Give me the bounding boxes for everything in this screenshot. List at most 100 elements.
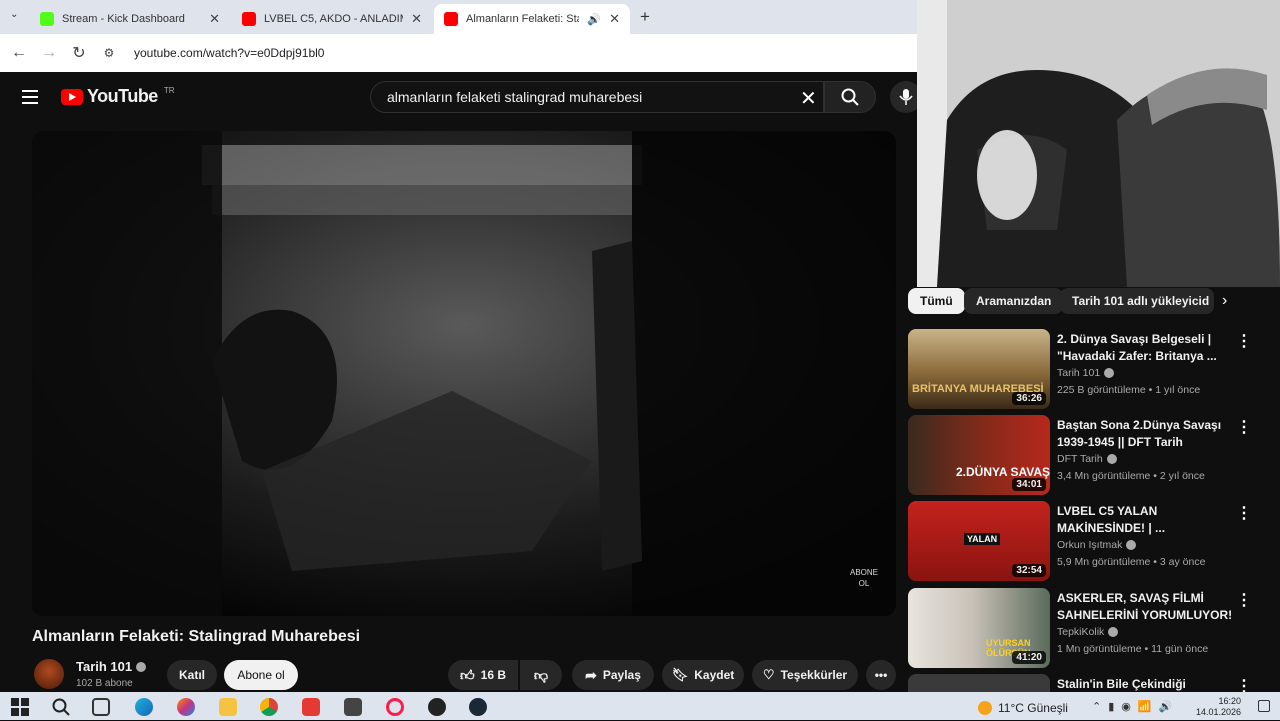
video-thumbnail[interactable]: BRİTANYA MUHAREBESİ 36:26	[908, 329, 1050, 409]
youtube-icon	[242, 12, 256, 26]
weather-widget[interactable]: 11°C Güneşli	[978, 701, 1068, 715]
youtube-play-icon	[61, 88, 83, 105]
recommendation-title[interactable]: LVBEL C5 YALAN MAKİNESİNDE! | ...	[1057, 503, 1233, 537]
subscribe-watermark: ABONE OL	[850, 567, 878, 589]
bookmark-icon: 🔖︎	[671, 667, 689, 682]
like-count: 16 B	[480, 668, 506, 682]
new-tab-button[interactable]: +	[640, 7, 650, 27]
reload-icon[interactable]: ↻	[64, 43, 94, 63]
copilot-icon[interactable]	[177, 698, 195, 716]
chrome-icon[interactable]	[260, 698, 278, 716]
video-player[interactable]	[32, 131, 896, 616]
chip-from-uploader[interactable]: Tarih 101 adlı yükleyicid	[1060, 288, 1214, 314]
tab-current-video[interactable]: Almanların Felaketi: Stalingr 🔊 ✕	[434, 4, 630, 34]
thanks-label: Teşekkürler	[780, 668, 848, 682]
recommendation-meta: 1 Mn görüntüleme • 11 gün önce	[1057, 643, 1209, 655]
more-vert-icon[interactable]: ⋮	[1236, 676, 1252, 692]
dislike-button[interactable]: 👎︎	[520, 660, 562, 690]
clear-search-icon[interactable]: ✕	[800, 86, 817, 111]
recommendation-meta: 3,4 Mn görüntüleme • 2 yıl önce	[1057, 470, 1205, 482]
logo-wordmark: YouTube	[87, 86, 158, 106]
join-button[interactable]: Katıl	[167, 660, 217, 690]
more-actions-button[interactable]: •••	[866, 660, 896, 690]
youtube-icon	[444, 12, 458, 26]
video-thumbnail[interactable]: YALAN 32:54	[908, 501, 1050, 581]
task-view-icon[interactable]	[92, 698, 110, 716]
watermark-line-2: OL	[858, 579, 870, 588]
webcam-overlay	[917, 0, 1280, 287]
url-field[interactable]: youtube.com/watch?v=e0Ddpj91bl0	[134, 46, 324, 60]
verified-icon	[1126, 540, 1137, 550]
channel-avatar[interactable]	[34, 659, 64, 689]
verified-icon	[136, 661, 147, 672]
video-thumbnail[interactable]: 2.DÜNYA SAVAŞI 34:01	[908, 415, 1050, 495]
chip-all[interactable]: Tümü	[908, 288, 965, 314]
recommendation-title[interactable]: 2. Dünya Savaşı Belgeseli | "Havadaki Za…	[1057, 331, 1233, 365]
recommendation-channel[interactable]: Tarih 101	[1057, 367, 1115, 379]
search-button[interactable]	[824, 81, 876, 113]
duration-badge: 36:26	[1012, 392, 1046, 405]
file-explorer-icon[interactable]	[219, 698, 237, 716]
menu-icon[interactable]	[22, 90, 38, 104]
forward-icon[interactable]: →	[34, 44, 64, 62]
recommendation-channel-name: Tarih 101	[1057, 367, 1101, 379]
recommendation-channel[interactable]: DFT Tarih	[1057, 453, 1117, 465]
youtube-logo[interactable]: YouTube TR	[61, 86, 175, 107]
duration-badge: 34:01	[1012, 478, 1046, 491]
more-vert-icon[interactable]: ⋮	[1236, 590, 1252, 610]
duration-badge: 32:54	[1012, 564, 1046, 577]
edge-icon[interactable]	[135, 698, 153, 716]
wps-office-icon[interactable]	[302, 698, 320, 716]
recommendation-channel[interactable]: Orkun Işıtmak	[1057, 539, 1137, 551]
taskbar-clock[interactable]: 16:20 14.01.2026	[1196, 696, 1241, 718]
tab-kick-dashboard[interactable]: Stream - Kick Dashboard ✕	[30, 4, 230, 34]
recommendation-title[interactable]: ASKERLER, SAVAŞ FİLMİ SAHNELERİNİ YORUML…	[1057, 590, 1233, 624]
close-icon[interactable]: ✕	[609, 11, 620, 27]
recommendation-title[interactable]: Baştan Sona 2.Dünya Savaşı 1939-1945 || …	[1057, 417, 1233, 451]
like-button[interactable]: 👍︎ 16 B	[448, 660, 518, 690]
subscriber-count: 102 B abone	[76, 678, 133, 689]
obs-icon[interactable]	[428, 698, 446, 716]
verified-icon	[1108, 627, 1119, 637]
recommendation-item[interactable]: YALAN 32:54 LVBEL C5 YALAN MAKİNESİNDE! …	[908, 501, 1280, 583]
tab-list-dropdown-icon[interactable]: ⌄	[10, 9, 18, 20]
search-input[interactable]: almanların felaketi stalingrad muharebes…	[370, 81, 824, 113]
site-info-icon[interactable]: ⚙	[94, 46, 124, 60]
chevron-right-icon[interactable]: ›	[1222, 292, 1227, 310]
channel-name[interactable]: Tarih 101	[76, 659, 147, 674]
video-thumbnail[interactable]	[908, 674, 1050, 692]
more-vert-icon[interactable]: ⋮	[1236, 503, 1252, 523]
thumbs-down-icon: 👎︎	[533, 666, 549, 683]
video-thumbnail[interactable]: UYURSAN ÖLÜRSÜN 41:20	[908, 588, 1050, 668]
recommendation-title[interactable]: Stalin'in Bile Çekindiği Komutan	[1057, 676, 1233, 692]
windows-start-icon[interactable]	[11, 698, 29, 716]
opera-icon[interactable]	[386, 698, 404, 716]
recommendation-item[interactable]: Stalin'in Bile Çekindiği Komutan ⋮	[908, 674, 1280, 692]
tab-label: LVBEL C5, AKDO - ANLADIM SE	[264, 13, 403, 25]
audio-icon[interactable]: 🔊	[587, 13, 601, 26]
steam-icon[interactable]	[469, 698, 487, 716]
save-label: Kaydet	[694, 668, 735, 682]
back-icon[interactable]: ←	[4, 44, 34, 62]
close-icon[interactable]: ✕	[411, 11, 422, 27]
more-vert-icon[interactable]: ⋮	[1236, 331, 1252, 351]
chip-from-search[interactable]: Aramanızdan	[964, 288, 1064, 314]
save-button[interactable]: 🔖︎ Kaydet	[662, 660, 744, 690]
game-app-icon[interactable]	[344, 698, 362, 716]
clock-time: 16:20	[1218, 696, 1242, 706]
recommendation-channel[interactable]: TepkiKolik	[1057, 626, 1119, 638]
subscribe-button[interactable]: Abone ol	[224, 660, 298, 690]
search-icon[interactable]	[52, 698, 70, 716]
kick-icon	[40, 12, 54, 26]
more-vert-icon[interactable]: ⋮	[1236, 417, 1252, 437]
system-tray-icons[interactable]: ⌃▮◉📶🔊	[1092, 700, 1179, 713]
video-frame	[32, 131, 896, 616]
close-icon[interactable]: ✕	[209, 11, 220, 27]
recommendation-item[interactable]: UYURSAN ÖLÜRSÜN 41:20 ASKERLER, SAVAŞ Fİ…	[908, 588, 1280, 670]
share-button[interactable]: ➦ Paylaş	[572, 660, 654, 690]
thanks-button[interactable]: ♡ Teşekkürler	[752, 660, 858, 690]
tab-lvbel-video[interactable]: LVBEL C5, AKDO - ANLADIM SE ✕	[232, 4, 432, 34]
notification-icon[interactable]	[1258, 700, 1270, 712]
recommendation-item[interactable]: 2.DÜNYA SAVAŞI 34:01 Baştan Sona 2.Dünya…	[908, 415, 1280, 497]
recommendation-item[interactable]: BRİTANYA MUHAREBESİ 36:26 2. Dünya Savaş…	[908, 329, 1280, 411]
